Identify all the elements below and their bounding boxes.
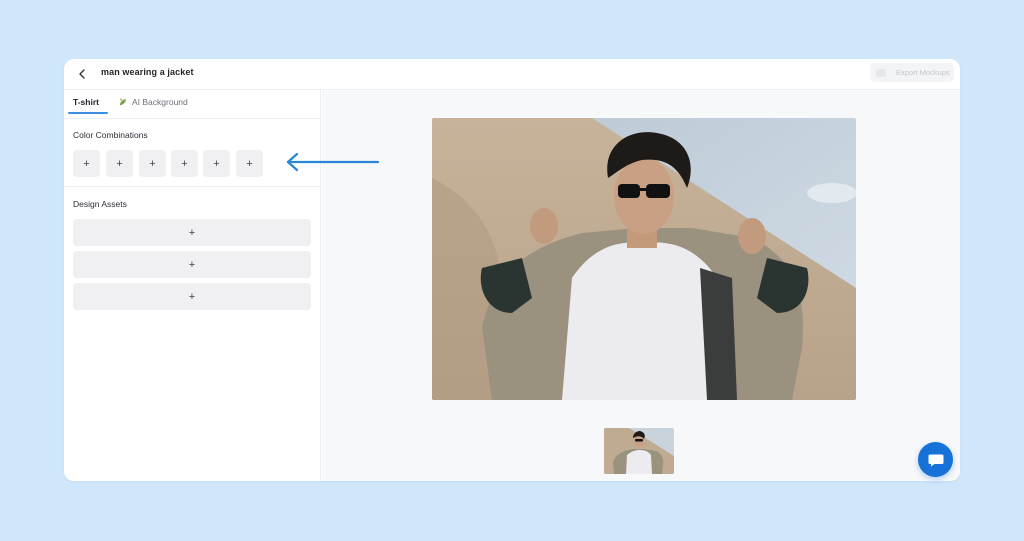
plus-icon: +: [149, 157, 156, 170]
section-divider: [64, 186, 321, 187]
tab-tshirt[interactable]: T-shirt: [73, 97, 99, 107]
color-slot-1[interactable]: +: [73, 150, 100, 177]
plus-icon: +: [83, 157, 90, 170]
tab-tshirt-label: T-shirt: [73, 97, 99, 107]
plus-icon: +: [246, 157, 253, 170]
design-asset-slot-3[interactable]: +: [73, 283, 311, 310]
tab-bar: T-shirt AI Background: [64, 90, 321, 119]
export-label: Export Mockups: [896, 68, 950, 77]
plus-icon: +: [213, 157, 220, 170]
top-bar: man wearing a jacket Export Mockups: [64, 59, 960, 90]
mockup-thumbnail[interactable]: [604, 428, 674, 474]
plus-icon: +: [181, 157, 188, 170]
main-mockup-image[interactable]: [432, 118, 856, 400]
active-tab-indicator: [68, 112, 108, 114]
plus-icon: +: [116, 157, 123, 170]
plus-icon: +: [188, 226, 196, 239]
color-slot-2[interactable]: +: [106, 150, 133, 177]
design-assets-label: Design Assets: [73, 199, 127, 209]
chat-button[interactable]: [918, 442, 953, 477]
app-window: man wearing a jacket Export Mockups T-sh…: [64, 59, 960, 481]
plus-icon: +: [188, 290, 196, 303]
sidebar: T-shirt AI Background Color Combinations…: [64, 90, 321, 481]
page-title: man wearing a jacket: [101, 67, 194, 77]
preview-canvas: [322, 90, 960, 481]
arrow-left-icon: [286, 152, 380, 172]
design-asset-slot-1[interactable]: +: [73, 219, 311, 246]
back-button[interactable]: [74, 66, 90, 82]
export-icon: [876, 68, 886, 77]
chat-bubble-icon: [928, 454, 943, 466]
color-slot-5[interactable]: +: [203, 150, 230, 177]
color-slot-3[interactable]: +: [139, 150, 166, 177]
color-slot-6[interactable]: +: [236, 150, 263, 177]
tab-ai-background[interactable]: AI Background: [118, 97, 188, 107]
color-combinations-label: Color Combinations: [73, 130, 148, 140]
plus-icon: +: [188, 258, 196, 271]
color-slot-4[interactable]: +: [171, 150, 198, 177]
design-asset-slot-2[interactable]: +: [73, 251, 311, 278]
leaf-sparkle-icon: [119, 98, 126, 106]
tab-ai-background-label: AI Background: [132, 97, 188, 107]
export-mockups-button[interactable]: Export Mockups: [870, 63, 954, 82]
chevron-left-icon: [79, 69, 85, 79]
